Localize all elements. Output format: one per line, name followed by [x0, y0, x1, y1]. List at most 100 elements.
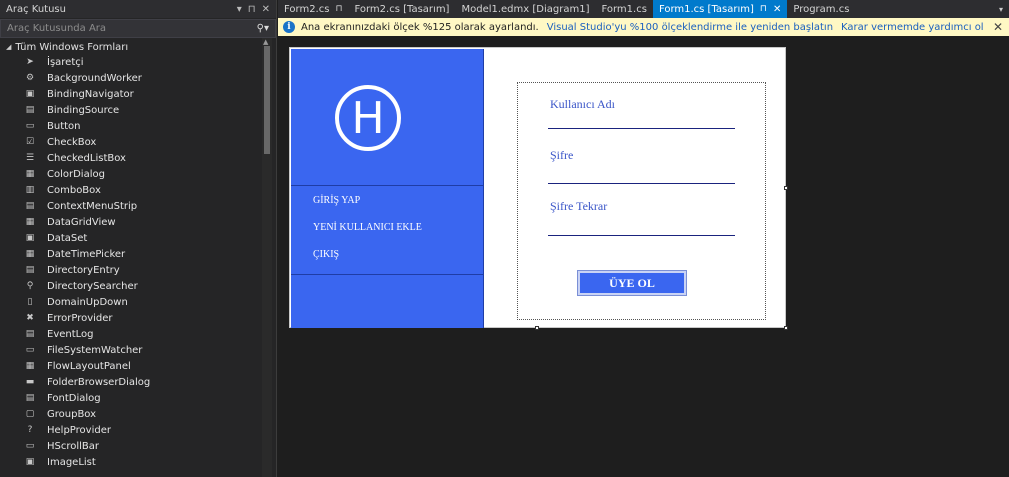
- colordialog-icon: ▦: [25, 169, 35, 179]
- toolbox-item[interactable]: ☑ CheckBox: [0, 134, 262, 150]
- toolbox-item[interactable]: ? HelpProvider: [0, 422, 262, 438]
- menu-new-user-label[interactable]: YENİ KULLANICI EKLE: [313, 222, 422, 233]
- toolbox-item[interactable]: ➤ İşaretçi: [0, 54, 262, 70]
- menu-exit-label[interactable]: ÇIKIŞ: [313, 249, 339, 260]
- toolbox-item[interactable]: ▤ FontDialog: [0, 390, 262, 406]
- contextmenustrip-icon: ▤: [25, 201, 35, 211]
- toolbox-group-header[interactable]: ◢ Tüm Windows Formları: [0, 39, 276, 55]
- tab-model1-edmx-diagram1[interactable]: Model1.edmx [Diagram1]: [455, 0, 595, 18]
- toolbox-item-label: ErrorProvider: [47, 312, 113, 324]
- pin-icon[interactable]: ⊓: [760, 4, 767, 14]
- toolbox-item-label: DataGridView: [47, 216, 116, 228]
- logo-h-icon: H: [335, 85, 401, 151]
- tab-program-cs[interactable]: Program.cs: [787, 0, 855, 18]
- bindingsource-icon: ▤: [25, 105, 35, 115]
- dataset-icon: ▣: [25, 233, 35, 243]
- toolbox-item[interactable]: ▤ DirectoryEntry: [0, 262, 262, 278]
- help-decide-link[interactable]: Karar vermemde yardımcı ol: [841, 22, 984, 33]
- toolbox-item[interactable]: ▤ EventLog: [0, 326, 262, 342]
- button-icon: ▭: [25, 121, 35, 131]
- datetimepicker-icon: ▦: [25, 249, 35, 259]
- toolbox-item-label: FontDialog: [47, 392, 101, 404]
- close-icon[interactable]: ✕: [262, 4, 270, 15]
- backgroundworker-icon: ⚙: [25, 73, 35, 83]
- toolbox-header-controls: ▾ ⊓ ✕: [237, 4, 276, 15]
- scaling-info-bar: i Ana ekranınızdaki ölçek %125 olarak ay…: [278, 18, 1009, 36]
- tab-label: Model1.edmx [Diagram1]: [461, 3, 590, 15]
- menu-login-label[interactable]: GİRİŞ YAP: [313, 195, 360, 206]
- toolbox-header: Araç Kutusu ▾ ⊓ ✕: [0, 0, 276, 18]
- form-designer-canvas[interactable]: H GİRİŞ YAP YENİ KULLANICI EKLE ÇIKIŞ Ku…: [278, 36, 1009, 477]
- toolbox-item[interactable]: ▣ BindingNavigator: [0, 86, 262, 102]
- groupbox-icon: ▢: [25, 409, 35, 419]
- datagridview-icon: ▦: [25, 217, 35, 227]
- toolbox-item[interactable]: ▤ ContextMenuStrip: [0, 198, 262, 214]
- password-repeat-field[interactable]: [548, 235, 735, 236]
- toolbox-item[interactable]: ▤ BindingSource: [0, 102, 262, 118]
- close-icon[interactable]: ✕: [993, 20, 1009, 34]
- username-field[interactable]: [548, 128, 735, 129]
- password-field[interactable]: [548, 183, 735, 184]
- toolbox-item[interactable]: ▥ ComboBox: [0, 182, 262, 198]
- toolbox-item[interactable]: ▦ ColorDialog: [0, 166, 262, 182]
- toolbox-item[interactable]: ▢ GroupBox: [0, 406, 262, 422]
- toolbox-item[interactable]: ▭ HScrollBar: [0, 438, 262, 454]
- tab-form2-cs[interactable]: Form2.cs ⊓: [278, 0, 348, 18]
- toolbox-item[interactable]: ▣ ImageList: [0, 454, 262, 470]
- combobox-icon: ▥: [25, 185, 35, 195]
- collapse-triangle-icon[interactable]: ◢: [6, 43, 11, 51]
- restart-scaling-link[interactable]: Visual Studio'yu %100 ölçeklendirme ile …: [547, 22, 833, 33]
- dropdown-icon[interactable]: ▾: [237, 4, 242, 15]
- resize-handle-bottom[interactable]: [535, 326, 539, 330]
- search-icon[interactable]: ⚲▾: [257, 23, 275, 34]
- flowlayoutpanel-icon: ▦: [25, 361, 35, 371]
- checkedlistbox-icon: ☰: [25, 153, 35, 163]
- toolbox-item-label: BindingNavigator: [47, 88, 134, 100]
- close-icon[interactable]: ✕: [773, 4, 781, 15]
- toolbox-item[interactable]: ▯ DomainUpDown: [0, 294, 262, 310]
- group-label: Tüm Windows Formları: [15, 41, 129, 53]
- tab-overflow-icon[interactable]: ▾: [999, 5, 1009, 14]
- toolbox-item[interactable]: ⚲ DirectorySearcher: [0, 278, 262, 294]
- toolbox-item-label: EventLog: [47, 328, 94, 340]
- scroll-up-icon[interactable]: ▲: [263, 38, 268, 46]
- toolbox-item[interactable]: ▣ DataSet: [0, 230, 262, 246]
- pin-icon[interactable]: ⊓: [248, 4, 256, 15]
- register-button[interactable]: ÜYE OL: [577, 270, 687, 296]
- tab-label: Program.cs: [793, 3, 850, 15]
- tab-form1-cs-tasar-m[interactable]: Form1.cs [Tasarım] ⊓ ✕: [652, 0, 788, 18]
- scrollbar-thumb[interactable]: [264, 46, 270, 154]
- toolbox-item-label: HelpProvider: [47, 424, 111, 436]
- toolbox-item-label: DomainUpDown: [47, 296, 128, 308]
- resize-handle-corner[interactable]: [784, 326, 788, 330]
- toolbox-item[interactable]: ⚙ BackgroundWorker: [0, 70, 262, 86]
- toolbox-item[interactable]: ▬ FolderBrowserDialog: [0, 374, 262, 390]
- toolbox-item[interactable]: ▦ FlowLayoutPanel: [0, 358, 262, 374]
- divider: [483, 49, 484, 328]
- helpprovider-icon: ?: [27, 425, 33, 435]
- document-tab-bar: Form2.cs ⊓ Form2.cs [Tasarım] Model1.edmx […: [278, 0, 1009, 18]
- toolbox-title: Araç Kutusu: [6, 3, 66, 15]
- tab-label: Form2.cs: [284, 3, 330, 15]
- toolbox-search-input[interactable]: Araç Kutusunda Ara ⚲▾: [0, 19, 276, 38]
- toolbox-item-label: CheckedListBox: [47, 152, 126, 164]
- toolbox-item[interactable]: ▭ FileSystemWatcher: [0, 342, 262, 358]
- toolbox-item-label: Button: [47, 120, 81, 132]
- toolbox-item[interactable]: ✖ ErrorProvider: [0, 310, 262, 326]
- toolbox-item[interactable]: ▦ DateTimePicker: [0, 246, 262, 262]
- toolbox-item[interactable]: ▦ DataGridView: [0, 214, 262, 230]
- directorysearcher-icon: ⚲: [26, 281, 34, 291]
- resize-handle-right[interactable]: [784, 186, 788, 190]
- register-groupbox[interactable]: Kullanıcı Adı Şifre Şifre Tekrar ÜYE OL: [517, 82, 766, 320]
- toolbox-item[interactable]: ☰ CheckedListBox: [0, 150, 262, 166]
- toolbox-item-label: İşaretçi: [47, 56, 84, 68]
- tab-form1-cs[interactable]: Form1.cs: [595, 0, 652, 18]
- eventlog-icon: ▤: [25, 329, 35, 339]
- toolbox-scrollbar[interactable]: ▲: [262, 38, 272, 477]
- tab-form2-cs-tasar-m[interactable]: Form2.cs [Tasarım]: [348, 0, 455, 18]
- form1-design-surface[interactable]: H GİRİŞ YAP YENİ KULLANICI EKLE ÇIKIŞ Ku…: [289, 47, 786, 328]
- toolbox-item[interactable]: ▭ Button: [0, 118, 262, 134]
- side-menu-panel[interactable]: H GİRİŞ YAP YENİ KULLANICI EKLE ÇIKIŞ: [291, 49, 483, 328]
- pin-icon[interactable]: ⊓: [335, 4, 342, 14]
- errorprovider-icon: ✖: [26, 313, 34, 323]
